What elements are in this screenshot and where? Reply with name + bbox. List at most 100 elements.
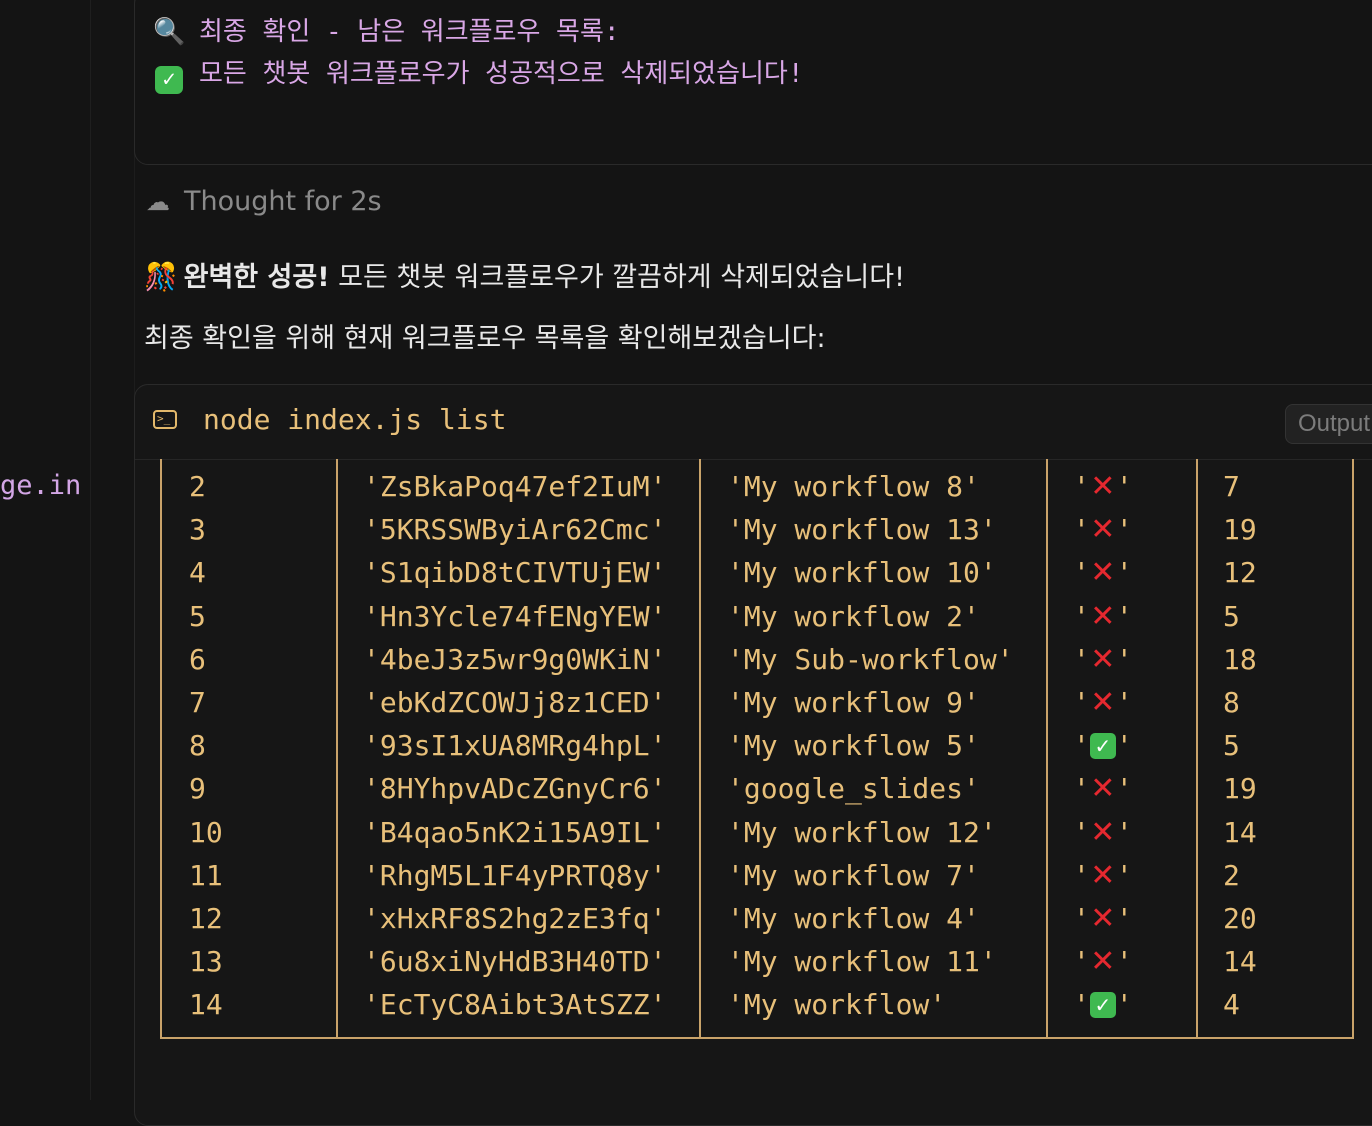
table-column-divider (1046, 459, 1048, 1037)
table-row: 11 'RhgM5L1F4yPRTQ8y' 'My workflow 7' '✕' 2 (135, 854, 1372, 897)
row-index-cell: 10 (189, 815, 223, 849)
table-row: 2 'ZsBkaPoq47ef2IuM' 'My workflow 8' '✕' 7 (135, 465, 1372, 508)
terminal-block: >_ node index.js list Output 2 'ZsBkaPoq4… (134, 384, 1372, 1126)
row-index-cell: 9 (189, 772, 206, 806)
code-snippet-fragment: ge.in (0, 470, 82, 501)
workflow-id-cell: 'S1qibD8tCIVTUjEW' (363, 556, 667, 590)
workflow-name-cell: 'My workflow' (727, 988, 947, 1022)
row-index-cell: 11 (189, 858, 223, 892)
output-button[interactable]: Output (1284, 404, 1372, 444)
workflow-name-cell: 'My Sub-workflow' (727, 642, 1014, 676)
chat-panel: 🔍 최종 확인 - 남은 워크플로우 목록: ✓ 모든 챗봇 워크플로우가 성공적으… (90, 0, 1372, 1126)
workflow-name-cell: 'My workflow 4' (727, 902, 980, 935)
cross-mark-icon: ✕ (1090, 469, 1116, 504)
table-row: 9 '8HYhpvADcZGnyCr6' 'google_slides' '✕' 19 (135, 767, 1372, 810)
workflow-id-cell: 'ebKdZCOWJj8z1CED' (363, 686, 667, 719)
row-index-cell: 7 (189, 686, 206, 719)
assistant-message-line-1: 🎊 완벽한 성공! 모든 챗봇 워크플로우가 깔끔하게 삭제되었습니다! (144, 262, 905, 293)
workflow-id-cell: '4beJ3z5wr9g0WKiN' (363, 642, 667, 676)
check-mark-icon: ✓ (1089, 992, 1116, 1019)
table-row: 10 'B4qao5nK2i15A9IL' 'My workflow 12' '✕' 1… (135, 811, 1372, 854)
node-count-cell: 19 (1223, 772, 1257, 806)
workflow-name-cell: 'My workflow 9' (727, 686, 980, 719)
node-count-cell: 4 (1223, 988, 1240, 1022)
node-count-cell: 8 (1223, 686, 1240, 719)
row-index-cell: 4 (189, 556, 206, 590)
cross-mark-icon: ✕ (1090, 814, 1116, 850)
node-count-cell: 18 (1223, 642, 1257, 676)
node-count-cell: 19 (1223, 513, 1257, 547)
workflow-name-cell: 'My workflow 2' (727, 599, 980, 633)
node-count-cell: 5 (1223, 729, 1240, 763)
table-column-divider (160, 459, 162, 1037)
active-status-cell: '✕' (1073, 767, 1133, 810)
active-status-cell: '✕' (1073, 638, 1133, 681)
workflow-id-cell: '8HYhpvADcZGnyCr6' (363, 772, 667, 806)
table-row: 12 'xHxRF8S2hg2zE3fq' 'My workflow 4' '✕' 20 (135, 897, 1372, 940)
node-count-cell: 20 (1223, 902, 1257, 935)
brain-icon: ☁ (146, 188, 170, 216)
table-column-divider (1196, 459, 1198, 1037)
table-row: 4 'S1qibD8tCIVTUjEW' 'My workflow 10' '✕' 12 (135, 551, 1372, 594)
cross-mark-icon: ✕ (1090, 857, 1116, 893)
cross-mark-icon: ✕ (1090, 771, 1116, 807)
workflow-id-cell: 'EcTyC8Aibt3AtSZZ' (363, 988, 667, 1022)
node-count-cell: 14 (1223, 945, 1257, 979)
row-index-cell: 3 (189, 513, 206, 547)
active-status-cell: '✕' (1073, 811, 1133, 854)
active-status-cell: '✕' (1073, 508, 1133, 551)
active-status-cell: ' ✓ ' (1073, 988, 1133, 1022)
active-status-cell: '✕' (1073, 940, 1133, 983)
cross-mark-icon: ✕ (1090, 512, 1116, 548)
active-status-cell: '✕' (1073, 465, 1133, 508)
table-row: 13 '6u8xiNyHdB3H40TD' 'My workflow 11' '✕' 1… (135, 940, 1372, 983)
terminal-header: >_ node index.js list Output (135, 385, 1372, 460)
magnifier-icon: 🔍 (153, 17, 186, 47)
table-column-divider (336, 459, 338, 1037)
cross-mark-icon: ✕ (1090, 685, 1116, 720)
output-line-success: ✓ 모든 챗봇 워크플로우가 성공적으로 삭제되었습니다! (153, 53, 804, 94)
workflow-id-cell: 'B4qao5nK2i15A9IL' (363, 815, 667, 849)
output-line-final-check: 🔍 최종 확인 - 남은 워크플로우 목록: (153, 17, 620, 47)
check-mark-icon: ✓ (155, 66, 183, 94)
workflow-name-cell: 'My workflow 13' (727, 513, 997, 547)
left-gutter: ge.in (0, 0, 91, 1100)
assistant-message-line-2: 최종 확인을 위해 현재 워크플로우 목록을 확인해보겠습니다: (144, 323, 826, 354)
node-count-cell: 7 (1223, 470, 1240, 503)
workflow-name-cell: 'My workflow 10' (727, 556, 997, 590)
active-status-cell: ' ✓ ' (1073, 729, 1133, 763)
node-count-cell: 14 (1223, 815, 1257, 849)
row-index-cell: 2 (189, 470, 206, 503)
row-index-cell: 6 (189, 642, 206, 676)
workflow-name-cell: 'My workflow 5' (727, 729, 980, 763)
node-count-cell: 5 (1223, 599, 1240, 633)
row-index-cell: 5 (189, 599, 206, 633)
terminal-command: node index.js list (203, 403, 507, 436)
node-count-cell: 12 (1223, 556, 1257, 590)
table-row: 6 '4beJ3z5wr9g0WKiN' 'My Sub-workflow' '✕' 1… (135, 638, 1372, 681)
previous-output-box: 🔍 최종 확인 - 남은 워크플로우 목록: ✓ 모든 챗봇 워크플로우가 성공적으… (134, 0, 1372, 165)
workflow-id-cell: '6u8xiNyHdB3H40TD' (363, 945, 667, 979)
workflow-id-cell: 'Hn3Ycle74fENgYEW' (363, 599, 667, 633)
row-index-cell: 8 (189, 729, 206, 763)
table-row: 14 'EcTyC8Aibt3AtSZZ' 'My workflow' ' ✓ ' 4 (135, 983, 1372, 1026)
party-popper-icon: 🎊 (144, 262, 178, 293)
active-status-cell: '✕' (1073, 551, 1133, 594)
cross-mark-icon: ✕ (1090, 901, 1116, 936)
workflow-id-cell: 'RhgM5L1F4yPRTQ8y' (363, 858, 667, 892)
cross-mark-icon: ✕ (1090, 598, 1116, 634)
active-status-cell: '✕' (1073, 897, 1133, 940)
active-status-cell: '✕' (1073, 854, 1133, 897)
thought-toggle[interactable]: ☁ Thought for 2s (146, 186, 382, 217)
cross-mark-icon: ✕ (1090, 944, 1116, 980)
workflow-name-cell: 'google_slides' (727, 772, 980, 806)
workflow-id-cell: '93sI1xUA8MRg4hpL' (363, 729, 667, 763)
workflow-id-cell: 'ZsBkaPoq47ef2IuM' (363, 470, 667, 503)
table-column-divider (699, 459, 701, 1037)
table-bottom-border (160, 1036, 1354, 1039)
row-index-cell: 12 (189, 902, 223, 935)
workflow-name-cell: 'My workflow 7' (727, 858, 980, 892)
node-count-cell: 2 (1223, 858, 1240, 892)
workflow-id-cell: '5KRSSWByiAr62Cmc' (363, 513, 667, 547)
check-mark-icon: ✓ (1089, 733, 1116, 760)
